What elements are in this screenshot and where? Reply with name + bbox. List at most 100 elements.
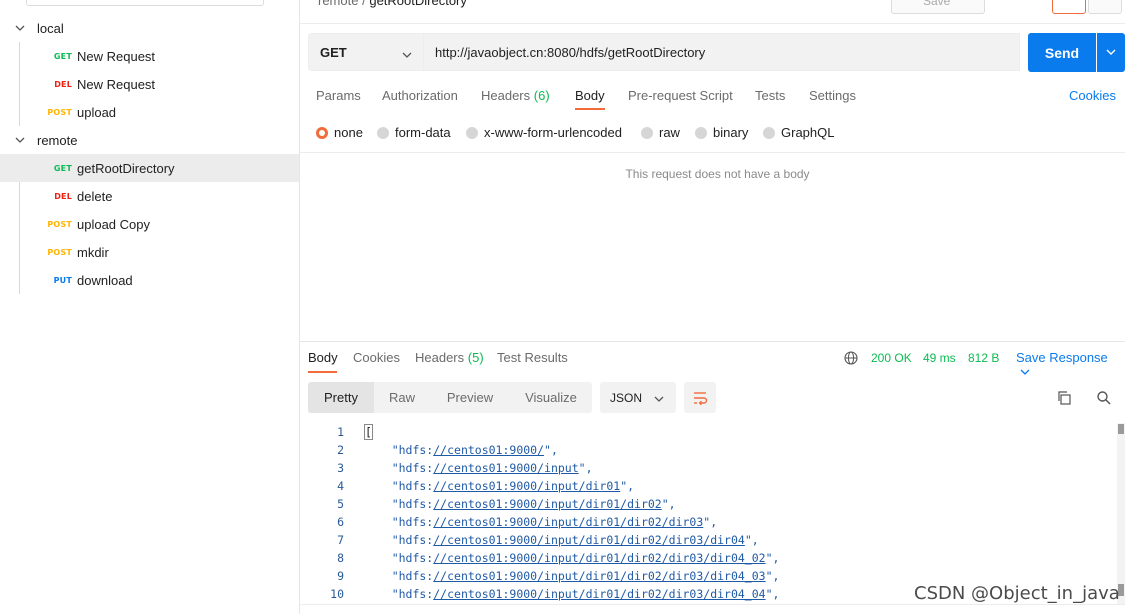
code-link[interactable]: //centos01:9000/input/dir01/dir02/dir03/… (433, 533, 745, 547)
code-string-end: ", (765, 587, 780, 601)
code-link[interactable]: //centos01:9000/input/dir01/dir02 (433, 497, 661, 511)
method-badge: PUT (53, 275, 72, 285)
format-select[interactable]: JSON (600, 382, 676, 413)
request-label: upload (77, 104, 117, 120)
comments-button[interactable] (1088, 0, 1122, 14)
code-text: "hdfs://centos01:9000/input/dir01", (364, 477, 634, 495)
divider[interactable] (300, 341, 1125, 342)
save-response-button[interactable]: Save Response (1016, 350, 1125, 380)
code-line: 2 "hdfs://centos01:9000/", (300, 441, 1115, 459)
code-link[interactable]: //centos01:9000/input (433, 461, 578, 475)
send-options-button[interactable] (1097, 33, 1125, 72)
save-button[interactable]: Save (891, 0, 985, 14)
chevron-down-icon (1020, 369, 1030, 375)
code-link[interactable]: //centos01:9000/input/dir01/dir02/dir03/… (433, 551, 765, 565)
tab-prerequest-script[interactable]: Pre-request Script (628, 88, 733, 103)
copy-icon[interactable] (1055, 389, 1073, 407)
response-tab-body[interactable]: Body (308, 350, 338, 365)
radio-selected-icon (316, 126, 328, 139)
code-string-end: ", (703, 515, 718, 529)
divider (300, 23, 1125, 24)
divider (300, 152, 1125, 153)
tab-headers[interactable]: Headers (6) (481, 88, 550, 103)
code-bracket: [ (364, 424, 373, 440)
line-number: 7 (337, 533, 344, 547)
tab-authorization[interactable]: Authorization (382, 88, 458, 103)
response-tab-headers[interactable]: Headers (5) (415, 350, 484, 365)
format-value: JSON (610, 390, 643, 405)
code-text: "hdfs://centos01:9000/", (364, 441, 558, 459)
folder-label: local (37, 20, 64, 36)
wrap-lines-icon (694, 391, 708, 405)
more-actions-button[interactable] (995, 0, 1023, 14)
radio-binary[interactable]: binary (695, 125, 748, 140)
response-tab-cookies[interactable]: Cookies (353, 350, 400, 365)
method-badge: POST (47, 107, 72, 117)
wrap-lines-button[interactable] (684, 382, 716, 413)
line-number: 6 (337, 515, 344, 529)
code-link[interactable]: //centos01:9000/input/dir01/dir02/dir03/… (433, 569, 765, 583)
code-link[interactable]: //centos01:9000/ (433, 443, 544, 457)
folder-local[interactable]: local (0, 14, 299, 42)
radio-label: none (334, 125, 363, 140)
radio-label: GraphQL (781, 125, 835, 140)
code-string-start: "hdfs: (364, 479, 434, 493)
watermark: CSDN @Object_in_java (914, 583, 1120, 604)
tab-body[interactable]: Body (575, 88, 605, 103)
code-string-start: "hdfs: (364, 587, 434, 601)
tab-tests[interactable]: Tests (755, 88, 785, 103)
request-label: New Request (77, 76, 156, 92)
status-code[interactable]: 200 OK (871, 351, 912, 365)
request-item-selected[interactable]: GET getRootDirectory (0, 154, 299, 182)
method-value: GET (320, 44, 347, 60)
line-number: 8 (337, 551, 344, 565)
chevron-down-icon[interactable] (14, 134, 26, 146)
active-tab-indicator (308, 371, 337, 373)
active-tab-indicator (575, 108, 605, 110)
code-link[interactable]: //centos01:9000/input/dir01 (433, 479, 620, 493)
request-item[interactable]: POST upload Copy (0, 210, 299, 238)
folder-remote[interactable]: remote (0, 126, 299, 154)
code-line: 3 "hdfs://centos01:9000/input", (300, 459, 1115, 477)
radio-raw[interactable]: raw (641, 125, 680, 140)
request-item[interactable]: DEL New Request (0, 70, 299, 98)
search-icon[interactable] (1095, 389, 1113, 407)
request-item[interactable]: POST upload (0, 98, 299, 126)
request-item[interactable]: POST mkdir (0, 238, 299, 266)
sidebar-search-input[interactable] (26, 0, 264, 6)
view-raw[interactable]: Raw (374, 382, 430, 413)
tab-params[interactable]: Params (316, 88, 361, 103)
chevron-down-icon[interactable] (14, 22, 26, 34)
radio-graphql[interactable]: GraphQL (763, 125, 834, 140)
request-item[interactable]: PUT download (0, 266, 299, 294)
url-input[interactable]: http://javaobject.cn:8080/hdfs/getRootDi… (424, 33, 1020, 71)
radio-urlencoded[interactable]: x-www-form-urlencoded (466, 125, 622, 140)
code-link[interactable]: //centos01:9000/input/dir01/dir02/dir03 (433, 515, 703, 529)
send-button[interactable]: Send (1028, 33, 1096, 72)
globe-icon[interactable] (844, 351, 858, 365)
request-item[interactable]: DEL delete (0, 182, 299, 210)
cookies-link[interactable]: Cookies (1069, 88, 1116, 103)
view-visualize[interactable]: Visualize (512, 382, 590, 413)
request-item[interactable]: GET New Request (0, 42, 299, 70)
scrollbar-thumb[interactable] (1118, 424, 1124, 434)
breadcrumb-parent[interactable]: remote (318, 0, 358, 8)
edit-mode-button[interactable] (1052, 0, 1086, 14)
view-pretty[interactable]: Pretty (308, 382, 374, 413)
code-string-start: "hdfs: (364, 533, 434, 547)
radio-none[interactable]: none (316, 125, 363, 140)
code-string-end: ", (620, 479, 635, 493)
response-tab-test-results[interactable]: Test Results (497, 350, 568, 365)
radio-form-data[interactable]: form-data (377, 125, 451, 140)
code-text: "hdfs://centos01:9000/input/dir01/dir02"… (364, 495, 676, 513)
tab-headers-label: Headers (481, 88, 531, 103)
response-size[interactable]: 812 B (968, 351, 999, 365)
code-link[interactable]: //centos01:9000/input/dir01/dir02/dir03/… (433, 587, 765, 601)
tab-settings[interactable]: Settings (809, 88, 856, 103)
code-string-end: ", (578, 461, 593, 475)
method-badge: GET (53, 51, 72, 61)
response-time[interactable]: 49 ms (923, 351, 956, 365)
code-string-start: "hdfs: (364, 551, 434, 565)
method-select[interactable]: GET (308, 33, 424, 71)
view-preview[interactable]: Preview (434, 382, 506, 413)
